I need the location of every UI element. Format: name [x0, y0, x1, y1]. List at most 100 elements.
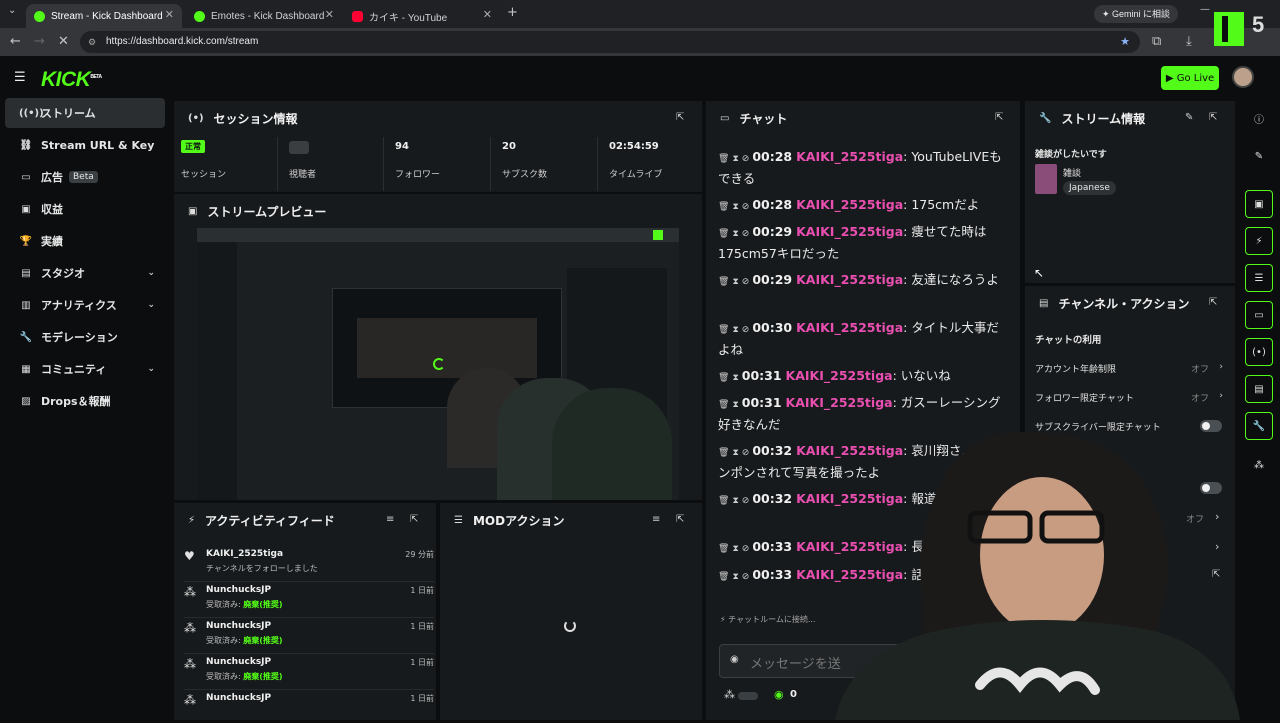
stop-icon[interactable]: ✕ [58, 34, 69, 49]
delete-icon[interactable]: 🗑 [718, 229, 729, 239]
sidebar-item-stream-url-key[interactable]: ⛓ Stream URL & Key [5, 130, 165, 160]
timeout-icon[interactable]: ⧗ [732, 496, 738, 506]
ban-icon[interactable]: ⊘ [742, 154, 750, 164]
forward-icon[interactable]: → [34, 34, 45, 49]
extensions-icon[interactable]: ⧉ [1152, 34, 1161, 49]
ban-icon[interactable]: ⊘ [742, 496, 750, 506]
delete-icon[interactable]: 🗑 [718, 448, 729, 458]
avatar[interactable] [1232, 66, 1254, 88]
popout-icon[interactable]: ⇱ [676, 112, 684, 123]
popout-icon[interactable]: ⇱ [1209, 112, 1217, 123]
delete-icon[interactable]: 🗑 [718, 202, 729, 212]
sidebar-item-studio[interactable]: ▤ スタジオ ⌄ [5, 258, 165, 288]
timeout-icon[interactable]: ⧗ [732, 400, 738, 410]
delete-icon[interactable]: 🗑 [718, 373, 729, 383]
timeout-icon[interactable]: ⧗ [732, 325, 738, 335]
back-icon[interactable]: ← [10, 34, 21, 49]
filter-icon[interactable]: ≡ [386, 514, 394, 525]
ban-icon[interactable]: ⊘ [742, 277, 750, 287]
address-bar[interactable]: ⚙ https://dashboard.kick.com/stream ★ [80, 31, 1140, 53]
new-tab-icon[interactable]: + [507, 5, 518, 20]
stream-preview-video[interactable] [197, 228, 679, 500]
reward-icon[interactable]: ⁂ [1245, 451, 1273, 479]
ban-icon[interactable]: ⊘ [742, 325, 750, 335]
chat-icon[interactable]: ▭ [1245, 301, 1273, 329]
chat-username[interactable]: KAIKI_2525tiga [796, 224, 903, 239]
sidebar-item-analytics[interactable]: ▥ アナリティクス ⌄ [5, 290, 165, 320]
timeout-icon[interactable]: ⧗ [732, 544, 738, 554]
go-live-button[interactable]: ▶ Go Live [1161, 66, 1219, 90]
delete-icon[interactable]: 🗑 [718, 325, 729, 335]
chat-username[interactable]: KAIKI_2525tiga [796, 197, 903, 212]
sidebar-item-drops[interactable]: ▨ Drops＆報酬 [5, 386, 165, 416]
info-icon[interactable]: ⓘ [1245, 104, 1273, 132]
server-icon[interactable]: ▤ [1245, 375, 1273, 403]
edit-icon[interactable]: ✎ [1245, 142, 1273, 170]
chat-message[interactable]: 🗑 ⧗ ⊘ 00:29 KAIKI_2525tiga: 友達になろうよ [718, 270, 1008, 292]
kick-logo[interactable]: KICKBETA [41, 68, 102, 92]
chat-message[interactable]: 🗑 ⧗ ⊘ 00:28 KAIKI_2525tiga: 175cmだよ [718, 195, 1008, 217]
category-name[interactable]: 雑談 [1063, 166, 1081, 179]
menu-icon[interactable]: ☰ [14, 70, 26, 85]
chat-message[interactable]: 🗑 ⧗ 00:31 KAIKI_2525tiga: いないね [718, 366, 1008, 388]
sidebar-item-achievements[interactable]: 🏆 実績 [5, 226, 165, 256]
list-icon[interactable]: ☰ [1245, 264, 1273, 292]
sidebar-item-revenue[interactable]: ▣ 収益 [5, 194, 165, 224]
close-icon[interactable]: ✕ [483, 8, 492, 21]
close-icon[interactable]: ✕ [325, 8, 334, 21]
filter-icon[interactable]: ≡ [652, 514, 660, 525]
popout-icon[interactable]: ⇱ [995, 112, 1003, 123]
delete-icon[interactable]: 🗑 [718, 496, 729, 506]
browser-tab-youtube[interactable]: カイキ - YouTube ✕ [344, 4, 500, 28]
ban-icon[interactable]: ⊘ [742, 448, 750, 458]
popout-icon[interactable]: ⇱ [676, 514, 684, 525]
delete-icon[interactable]: 🗑 [718, 400, 729, 410]
chat-username[interactable]: KAIKI_2525tiga [796, 320, 903, 335]
list-item[interactable]: ⁂ NunchucksJP 1 日前 [184, 689, 434, 723]
delete-icon[interactable]: 🗑 [718, 544, 729, 554]
ban-icon[interactable]: ⊘ [742, 229, 750, 239]
download-icon[interactable]: ⤓ [1186, 34, 1192, 49]
sidebar-item-moderation[interactable]: 🔧 モデレーション [5, 322, 165, 352]
wrench-icon[interactable]: 🔧 [1245, 412, 1273, 440]
ban-icon[interactable]: ⊘ [742, 572, 750, 582]
setting-row-follower-only[interactable]: フォロワー限定チャット オフ › [1035, 391, 1225, 409]
chat-username[interactable]: KAIKI_2525tiga [786, 395, 893, 410]
site-info-icon[interactable]: ⚙ [88, 31, 96, 53]
bookmark-star-icon[interactable]: ★ [1120, 31, 1130, 53]
timeout-icon[interactable]: ⧗ [732, 448, 738, 458]
popout-icon[interactable]: ⇱ [410, 514, 418, 525]
timeout-icon[interactable]: ⧗ [732, 229, 738, 239]
list-item[interactable]: ⁂ NunchucksJP 受取済み: 廃棄(推奨) 1 日前 [184, 617, 434, 651]
delete-icon[interactable]: 🗑 [718, 572, 729, 582]
delete-icon[interactable]: 🗑 [718, 154, 729, 164]
list-item[interactable]: ♥ KAIKI_2525tiga チャンネルをフォローしました 29 分前 [184, 545, 434, 579]
timeout-icon[interactable]: ⧗ [732, 154, 738, 164]
reward-icon[interactable]: ⁂ [724, 688, 735, 701]
chat-message[interactable]: 🗑 ⧗ ⊘ 00:28 KAIKI_2525tiga: YouTubeLIVEもできる [718, 147, 1008, 189]
chat-username[interactable]: KAIKI_2525tiga [796, 272, 903, 287]
list-item[interactable]: ⁂ NunchucksJP 受取済み: 廃棄(推奨) 1 日前 [184, 581, 434, 615]
gemini-button[interactable]: ✦ Gemini に相談 [1094, 5, 1179, 23]
setting-row-account-age[interactable]: アカウント年齢制限 オフ › [1035, 362, 1225, 380]
delete-icon[interactable]: 🗑 [718, 277, 729, 287]
chat-message[interactable]: 🗑 ⧗ ⊘ 00:29 KAIKI_2525tiga: 痩せてた時は175cm57キロ… [718, 222, 1008, 264]
timeout-icon[interactable]: ⧗ [732, 277, 738, 287]
minimize-icon[interactable]: — [1200, 4, 1210, 15]
edit-icon[interactable]: ✎ [1185, 112, 1193, 123]
sidebar-item-community[interactable]: ▦ コミュニティ ⌄ [5, 354, 165, 384]
lightning-icon[interactable]: ⚡ [1245, 227, 1273, 255]
list-item[interactable]: ⁂ NunchucksJP 受取済み: 廃棄(推奨) 1 日前 [184, 653, 434, 687]
ban-icon[interactable]: ⊘ [742, 544, 750, 554]
chat-username[interactable]: KAIKI_2525tiga [796, 149, 903, 164]
sidebar-item-ads[interactable]: ▭ 広告 Beta [5, 162, 165, 192]
timeout-icon[interactable]: ⧗ [732, 373, 738, 383]
close-icon[interactable]: ✕ [165, 8, 174, 21]
tab-search-icon[interactable]: ⌄ [8, 5, 16, 16]
broadcast-icon[interactable]: (•) [1245, 338, 1273, 366]
ban-icon[interactable]: ⊘ [742, 202, 750, 212]
timeout-icon[interactable]: ⧗ [732, 202, 738, 212]
chat-message[interactable]: 🗑 ⧗ ⊘ 00:30 KAIKI_2525tiga: タイトル大事だよね [718, 318, 1008, 360]
timeout-icon[interactable]: ⧗ [732, 572, 738, 582]
browser-tab-emotes[interactable]: Emotes - Kick Dashboard ✕ [186, 4, 342, 28]
